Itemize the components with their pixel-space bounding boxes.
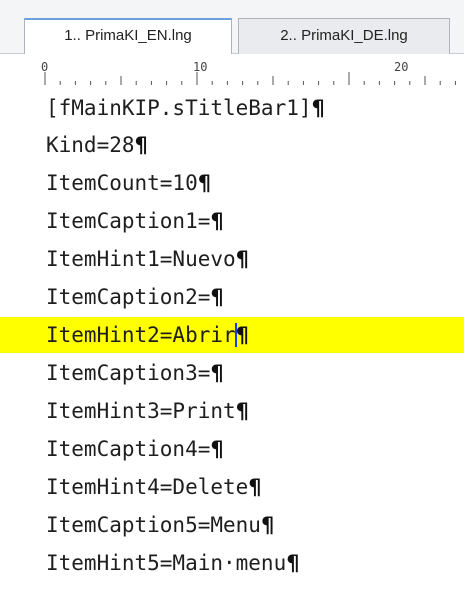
editor-line[interactable]: ItemHint1=Nuevo¶ [0, 241, 464, 277]
editor-line[interactable]: ItemCaption1=¶ [0, 203, 464, 239]
line-text: ItemHint5=Main·menu [46, 551, 287, 575]
ruler-number-20: 20 [394, 60, 408, 74]
line-text: ItemCaption4= [46, 437, 211, 461]
line-text: ItemCaption1= [46, 209, 211, 233]
editor-line[interactable]: ItemCaption2=¶ [0, 279, 464, 315]
pilcrow-icon: ¶ [210, 209, 224, 233]
ruler: 0 10 20 [0, 54, 464, 90]
ruler-number-10: 10 [193, 60, 207, 74]
pilcrow-icon: ¶ [235, 247, 250, 271]
editor-line[interactable]: Kind=28¶ [0, 127, 464, 163]
line-text: Kind=28 [46, 133, 135, 157]
editor-line[interactable]: ItemCount=10¶ [0, 165, 464, 201]
pilcrow-icon: ¶ [210, 437, 224, 461]
tab-primaki-de[interactable]: 2.. PrimaKI_DE.lng [238, 18, 450, 54]
ruler-number-0: 0 [41, 60, 48, 74]
pilcrow-icon: ¶ [197, 171, 212, 195]
pilcrow-icon: ¶ [248, 475, 262, 499]
editor-line[interactable]: ItemCaption5=Menu¶ [0, 507, 464, 543]
pilcrow-icon: ¶ [235, 399, 250, 423]
editor-line[interactable]: ItemHint3=Print¶ [0, 393, 464, 429]
pilcrow-icon: ¶ [311, 96, 325, 120]
pilcrow-icon: ¶ [134, 133, 148, 157]
pilcrow-icon: ¶ [286, 551, 300, 575]
pilcrow-icon: ¶ [260, 513, 275, 537]
line-text: ItemCount=10 [46, 171, 198, 195]
line-text: ItemCaption3= [46, 361, 211, 385]
tab-primaki-en[interactable]: 1.. PrimaKI_EN.lng [24, 18, 232, 54]
ruler-graphic: 0 10 20 [41, 60, 456, 85]
line-text: ItemCaption2= [46, 285, 211, 309]
editor-line[interactable]: [fMainKIP.sTitleBar1]¶ [0, 90, 464, 126]
line-text: [fMainKIP.sTitleBar1] [46, 96, 312, 120]
editor-line[interactable]: ItemHint4=Delete¶ [0, 469, 464, 505]
editor-line[interactable]: ItemCaption3=¶ [0, 355, 464, 391]
pilcrow-icon: ¶ [210, 285, 224, 309]
editor-line[interactable]: ItemCaption4=¶ [0, 431, 464, 467]
line-text: ItemHint3=Print [46, 399, 236, 423]
editor-line[interactable]: ItemHint5=Main·menu¶ [0, 545, 464, 581]
line-text: ItemHint4=Delete [46, 475, 249, 499]
text-editor[interactable]: [fMainKIP.sTitleBar1]¶ Kind=28¶ ItemCoun… [0, 90, 464, 609]
pilcrow-icon: ¶ [210, 361, 224, 385]
editor-line-highlighted[interactable]: ItemHint2=Abrir¶ [0, 317, 464, 353]
pilcrow-icon: ¶ [235, 323, 250, 347]
line-text: ItemHint1=Nuevo [46, 247, 236, 271]
line-text: ItemCaption5=Menu [46, 513, 261, 537]
tab-strip: 1.. PrimaKI_EN.lng 2.. PrimaKI_DE.lng [0, 0, 464, 54]
line-text: ItemHint2=Abrir [46, 323, 236, 347]
